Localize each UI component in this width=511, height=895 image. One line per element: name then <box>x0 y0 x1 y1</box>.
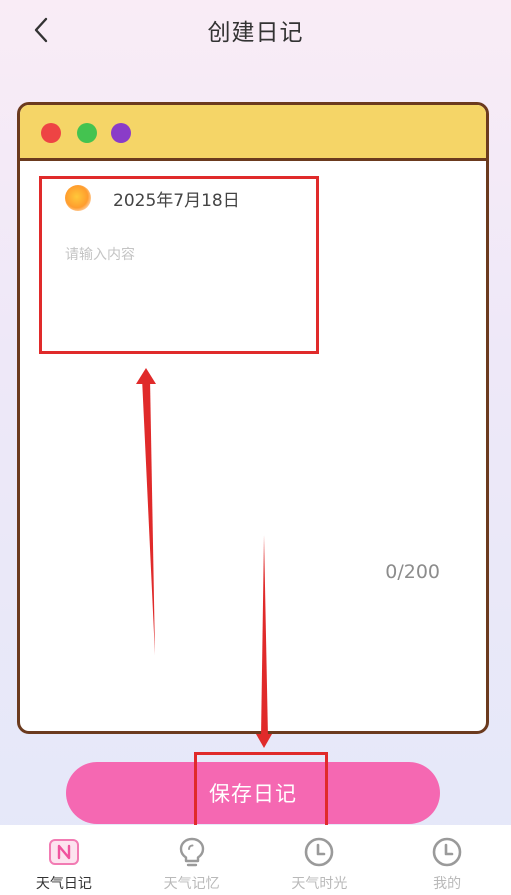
window-dot-red <box>41 123 61 143</box>
clock-icon <box>302 835 336 869</box>
window-title-bar <box>20 105 486 161</box>
diary-window: 2025年7月18日 0/200 <box>17 102 489 734</box>
page-title: 创建日记 <box>207 20 304 46</box>
arrow-down-head <box>256 734 272 748</box>
bottom-tab-bar: 天气日记 天气记忆 天气时光 我的 <box>0 825 511 895</box>
tab-label: 天气时光 <box>291 876 348 892</box>
window-dot-green <box>77 123 97 143</box>
lightbulb-icon <box>175 835 209 869</box>
clock-icon <box>430 835 464 869</box>
tab-label: 我的 <box>433 876 462 892</box>
diary-header: 2025年7月18日 <box>65 185 240 211</box>
diary-n-icon <box>47 835 81 869</box>
sun-icon <box>65 185 91 211</box>
tab-mine[interactable]: 我的 <box>383 825 511 895</box>
tab-label: 天气记忆 <box>163 876 220 892</box>
diary-date: 2025年7月18日 <box>113 190 240 211</box>
diary-content-input[interactable] <box>65 235 295 275</box>
tab-weather-memory[interactable]: 天气记忆 <box>128 825 256 895</box>
char-count: 0/200 <box>385 561 440 583</box>
header: 创建日记 <box>0 0 511 60</box>
tab-weather-diary[interactable]: 天气日记 <box>0 825 128 895</box>
tab-weather-time[interactable]: 天气时光 <box>256 825 384 895</box>
tab-label: 天气日记 <box>35 876 92 892</box>
window-dot-purple <box>111 123 131 143</box>
save-diary-button[interactable]: 保存日记 <box>66 762 440 824</box>
